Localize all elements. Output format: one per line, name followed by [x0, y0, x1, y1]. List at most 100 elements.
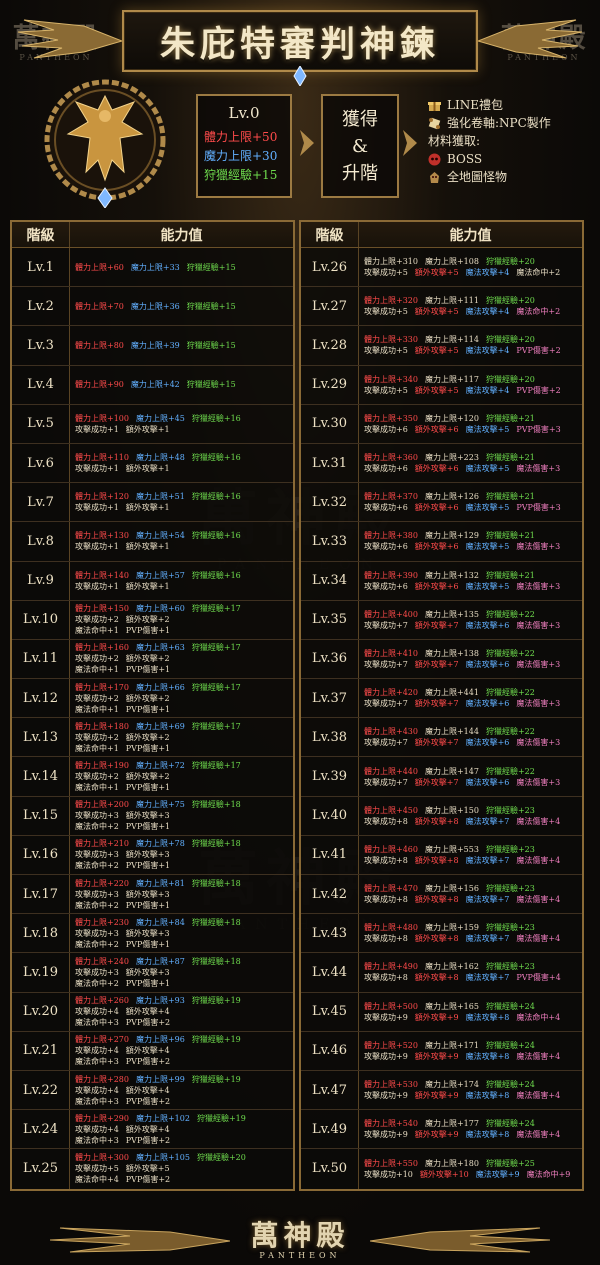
upgrade-line-3: 升階: [342, 163, 378, 184]
level-cell: Lv.21: [12, 1031, 70, 1070]
arrow-right-icon: [403, 130, 417, 156]
stat-value: 魔法攻擊+5: [465, 464, 510, 474]
stat-value: 體力上限+480: [364, 923, 418, 933]
stats-cell: 體力上限+410 魔力上限+138 狩獵經驗+22 攻擊成功+7 額外攻擊+7 魔法攻擊+…: [359, 640, 582, 678]
stat-value: 額外攻擊+2: [125, 772, 170, 782]
stat-value: 額外攻擊+2: [125, 693, 170, 703]
stat-value: 魔法攻擊+6: [465, 659, 510, 669]
stat-value: 額外攻擊+4: [125, 1046, 170, 1056]
stats-line: 體力上限+230 魔力上限+84 狩獵經驗+18: [75, 917, 293, 928]
stat-value: 攻擊成功+5: [364, 307, 408, 317]
level-cell: Lv.42: [301, 875, 359, 914]
stat-value: 體力上限+120: [75, 492, 129, 502]
stats-line: 體力上限+440 魔力上限+147 狩獵經驗+22: [364, 766, 582, 777]
stats-cell: 體力上限+200 魔力上限+75 狩獵經驗+18 攻擊成功+3 額外攻擊+3 魔法命中+2…: [70, 797, 293, 835]
level-cell: Lv.15: [12, 796, 70, 835]
table-row: Lv.47 體力上限+530 魔力上限+174 狩獵經驗+24 攻擊成功+9 額外攻擊+9…: [301, 1070, 582, 1111]
table-row: Lv.39 體力上限+440 魔力上限+147 狩獵經驗+22 攻擊成功+7 額外攻擊+7…: [301, 757, 582, 797]
stat-value: 魔法傷害+3: [516, 581, 561, 591]
stat-value: 狩獵經驗+23: [485, 884, 535, 894]
stat-value: 攻擊成功+4: [75, 1046, 119, 1056]
wing-ornament-icon: [50, 1227, 230, 1253]
table-row: Lv.37 體力上限+420 魔力上限+441 狩獵經驗+22 攻擊成功+7 額外攻擊+7…: [301, 679, 582, 719]
stat-value: 魔力上限+99: [135, 1074, 185, 1084]
stat-value: 魔法攻擊+8: [465, 1012, 510, 1022]
level-cell: Lv.6: [12, 443, 70, 483]
crystal-gem-icon: [293, 66, 307, 86]
table-row: Lv.14 體力上限+190 魔力上限+72 狩獵經驗+17 攻擊成功+2 額外攻擊+2 魔…: [12, 757, 293, 797]
stat-value: 額外攻擊+9: [414, 1051, 459, 1061]
table-row: Lv.28 體力上限+330 魔力上限+114 狩獵經驗+20 攻擊成功+5 額外攻擊+5…: [301, 326, 582, 366]
stat-value: 狩獵經驗+21: [485, 570, 535, 580]
stat-value: 狩獵經驗+20: [485, 335, 535, 345]
stat-value: 額外攻擊+5: [414, 307, 459, 317]
level-cell: Lv.4: [12, 365, 70, 404]
stat-value: 體力上限+210: [75, 839, 129, 849]
stat-value: 額外攻擊+2: [125, 654, 170, 664]
stat-value: 體力上限+70: [75, 301, 124, 311]
stat-value: 攻擊成功+6: [364, 581, 408, 591]
table-row: Lv.42 體力上限+470 魔力上限+156 狩獵經驗+23 攻擊成功+8 額外攻擊+8…: [301, 875, 582, 915]
warrior-medallion-icon: [44, 79, 166, 208]
stats-line: 體力上限+320 魔力上限+111 狩獵經驗+20: [364, 295, 582, 306]
stat-value: 額外攻擊+8: [414, 855, 459, 865]
stat-value: 體力上限+530: [364, 1080, 418, 1090]
upgrade-line-1: 獲得: [342, 109, 378, 130]
stat-value: 魔法傷害+3: [516, 777, 561, 787]
material-boss: BOSS: [428, 150, 598, 168]
stat-value: 體力上限+180: [75, 721, 129, 731]
stats-cell: 體力上限+270 魔力上限+96 狩獵經驗+19 攻擊成功+4 額外攻擊+4 魔法命中+3…: [70, 1032, 293, 1070]
stats-cell: 體力上限+210 魔力上限+78 狩獵經驗+18 攻擊成功+3 額外攻擊+3 魔法命中+2…: [70, 836, 293, 874]
stat-value: 魔力上限+36: [130, 301, 180, 311]
stats-line: 體力上限+60 魔力上限+33 狩獵經驗+15: [75, 262, 293, 273]
stat-value: 額外攻擊+1: [125, 581, 170, 591]
stat-value: 攻擊成功+8: [364, 816, 408, 826]
header-level: 階級: [301, 222, 359, 247]
level-cell: Lv.38: [301, 718, 359, 757]
stats-line: 體力上限+120 魔力上限+51 狩獵經驗+16: [75, 491, 293, 502]
stat-value: 狩獵經驗+17: [191, 721, 241, 731]
stat-value: 魔力上限+165: [424, 1001, 479, 1011]
stat-value: 狩獵經驗+22: [485, 766, 535, 776]
stat-value: 攻擊成功+2: [75, 654, 119, 664]
stat-value: 狩獵經驗+15: [186, 380, 236, 390]
table-row: Lv.35 體力上限+400 魔力上限+135 狩獵經驗+22 攻擊成功+7 額外攻擊+7…: [301, 600, 582, 640]
stat-value: 體力上限+290: [75, 1113, 129, 1123]
stat-value: 狩獵經驗+17: [191, 643, 241, 653]
stat-value: 攻擊成功+9: [364, 1130, 408, 1140]
stat-value: 魔法攻擊+7: [465, 973, 510, 983]
material-scroll-label: 強化卷軸:NPC製作: [447, 116, 551, 130]
stat-value: 魔法攻擊+4: [465, 307, 510, 317]
table-row: Lv.24 體力上限+290 魔力上限+102 狩獵經驗+19 攻擊成功+4 額外攻擊+4…: [12, 1110, 293, 1150]
stats-line: 體力上限+470 魔力上限+156 狩獵經驗+23: [364, 883, 582, 894]
stat-value: 魔力上限+120: [424, 413, 479, 423]
stat-value: 狩獵經驗+25: [485, 1158, 535, 1168]
stat-value: 狩獵經驗+24: [485, 1119, 535, 1129]
stats-line: 體力上限+430 魔力上限+144 狩獵經驗+22: [364, 726, 582, 737]
stats-cell: 體力上限+330 魔力上限+114 狩獵經驗+20 攻擊成功+5 額外攻擊+5 魔法攻擊+…: [359, 326, 582, 364]
stat-value: 狩獵經驗+22: [485, 609, 535, 619]
stat-value: PVP傷害+2: [516, 346, 561, 356]
stat-value: 魔力上限+57: [135, 570, 185, 580]
stat-value: 攻擊成功+5: [364, 385, 408, 395]
stat-value: 魔法攻擊+7: [465, 934, 510, 944]
stat-value: 攻擊成功+1: [75, 424, 119, 434]
stats-line: 體力上限+110 魔力上限+48 狩獵經驗+16: [75, 452, 293, 463]
stats-cell: 體力上限+230 魔力上限+84 狩獵經驗+18 攻擊成功+3 額外攻擊+3 魔法命中+2…: [70, 914, 293, 952]
stat-value: 魔法傷害+4: [516, 1051, 561, 1061]
table-row: Lv.41 體力上限+460 魔力上限+553 狩獵經驗+23 攻擊成功+8 額外攻擊+8…: [301, 835, 582, 875]
stat-value: 攻擊成功+7: [364, 777, 408, 787]
header-stats: 能力值: [160, 227, 203, 244]
stat-value: 狩獵經驗+22: [485, 648, 535, 658]
stat-value: 魔力上限+162: [424, 962, 479, 972]
stats-line: 體力上限+240 魔力上限+87 狩獵經驗+18: [75, 956, 293, 967]
level-cell: Lv.36: [301, 639, 359, 679]
stat-value: 魔法攻擊+8: [465, 1051, 510, 1061]
stats-line: 體力上限+310 魔力上限+108 狩獵經驗+20: [364, 256, 582, 267]
stat-value: 攻擊成功+6: [364, 464, 408, 474]
table-row: Lv.11 體力上限+160 魔力上限+63 狩獵經驗+17 攻擊成功+2 額外攻擊+2 魔…: [12, 639, 293, 680]
level-cell: Lv.10: [12, 600, 70, 639]
stat-value: 額外攻擊+2: [125, 732, 170, 742]
stat-value: 體力上限+410: [364, 648, 418, 658]
stat-value: 魔力上限+223: [424, 453, 479, 463]
